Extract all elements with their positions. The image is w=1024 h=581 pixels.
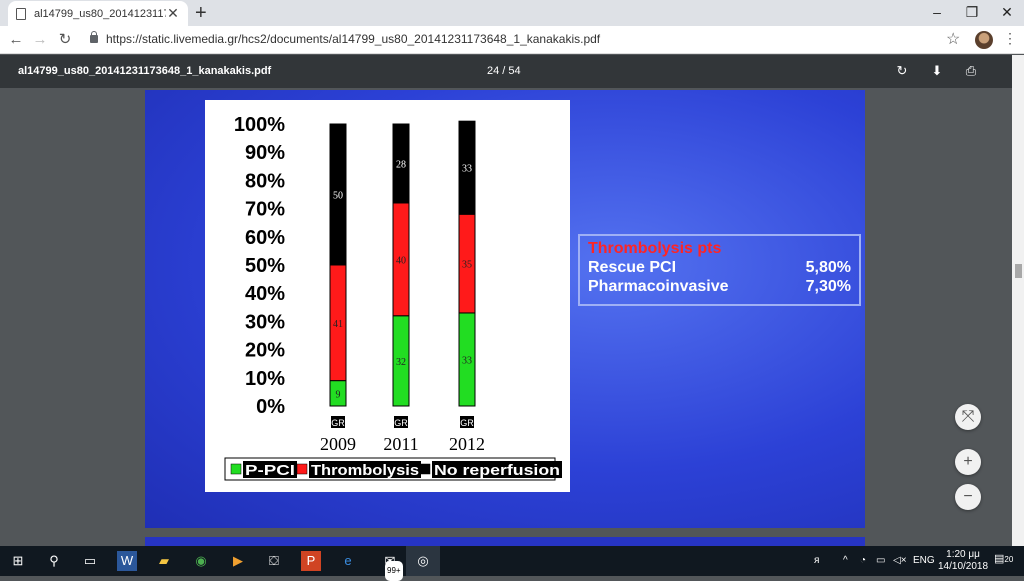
bookmark-star-icon[interactable]: ☆ — [946, 29, 960, 49]
data-label: 50 — [333, 191, 343, 202]
mail-icon[interactable]: ✉99+ — [375, 551, 405, 581]
badge-count: 99+ — [385, 561, 403, 581]
task-view-icon[interactable]: ▭ — [80, 551, 100, 571]
data-label: 41 — [333, 319, 343, 330]
y-tick-label: 70% — [245, 199, 285, 221]
back-arrow-icon[interactable]: ← — [6, 30, 26, 50]
wifi-icon[interactable]: ◔ — [860, 555, 866, 566]
time-text: 1:20 μμ — [946, 549, 980, 560]
document-icon — [16, 7, 26, 20]
x-tick-label: 2011 — [383, 434, 418, 454]
pdf-filename: al14799_us80_20141231173648_1_kanakakis.… — [18, 65, 272, 77]
legend-swatch — [419, 463, 431, 475]
y-tick-label: 40% — [245, 283, 285, 305]
legend-label: P-PCI — [245, 462, 295, 479]
browser-toolbar: ← → ↻ https://static.livemedia.gr/hcs2/d… — [0, 26, 1024, 54]
restore-button[interactable]: ❐ — [955, 0, 989, 26]
slide-page: 100% 90% 80% 70% 60% 50% 40% 30% 20% 10% 0% 9 41 50 GR… — [145, 90, 865, 528]
rotate-icon[interactable]: ↻ — [893, 62, 911, 80]
windows-start-icon[interactable]: ⊞ — [8, 551, 28, 571]
legend-label: No reperfusion — [434, 462, 560, 479]
page-indicator[interactable]: 24 / 54 — [487, 65, 521, 77]
y-tick-label: 80% — [245, 170, 285, 192]
tab-title: al14799_us80_20141231173648_ — [34, 7, 166, 20]
x-tick-label: 2009 — [320, 434, 356, 454]
people-icon[interactable]: ᴙ — [814, 555, 819, 566]
download-icon[interactable]: ⬇ — [928, 62, 946, 80]
file-explorer-icon[interactable]: ▰ — [154, 551, 174, 571]
data-label: 32 — [396, 357, 406, 368]
language-indicator[interactable]: ENG — [913, 555, 935, 566]
y-tick-label: 60% — [245, 227, 285, 249]
data-label: 33 — [462, 355, 472, 366]
reload-icon[interactable]: ↻ — [55, 30, 75, 50]
vertical-scrollbar[interactable] — [1012, 55, 1024, 546]
info-label: Pharmacoinvasive — [588, 278, 729, 295]
y-tick-label: 20% — [245, 340, 285, 362]
zoom-in-button[interactable]: + — [955, 449, 981, 475]
profile-avatar[interactable] — [975, 31, 993, 49]
info-row-pharmacoinvasive: Pharmacoinvasive 7,30% — [588, 278, 851, 296]
store-icon[interactable]: ⛋ — [264, 551, 284, 571]
close-window-button[interactable]: ✕ — [990, 0, 1024, 26]
info-label: Rescue PCI — [588, 259, 677, 276]
data-label: 35 — [462, 260, 472, 271]
data-label: 28 — [396, 159, 406, 170]
data-label: 9 — [336, 389, 341, 400]
date-text: 14/10/2018 — [938, 561, 989, 572]
menu-dots-icon[interactable]: ⋮ — [1003, 30, 1017, 47]
info-box: Thrombolysis pts Rescue PCI 5,80% Pharma… — [578, 234, 861, 306]
scroll-thumb[interactable] — [1015, 264, 1022, 278]
info-value: 5,80% — [805, 259, 851, 276]
x-tick-label: 2012 — [449, 434, 485, 454]
legend-swatch — [230, 463, 242, 475]
lock-icon — [90, 31, 98, 43]
data-label: 33 — [462, 164, 472, 175]
data-label: 40 — [396, 255, 406, 266]
category-tag: GR — [460, 418, 474, 428]
utorrent-icon[interactable]: ◉ — [191, 551, 211, 571]
taskbar: ⊞ ⚲ ▭ W ▰ ◉ ▶ ⛋ P e ✉99+ ◎ ᴙ ^ ◔ ▭ ◁× EN… — [0, 546, 1024, 581]
word-icon[interactable]: W — [117, 551, 137, 571]
fit-page-icon[interactable]: ⤧ — [955, 404, 981, 430]
info-value: 7,30% — [805, 278, 851, 295]
info-title: Thrombolysis pts — [588, 240, 722, 257]
powerpoint-icon[interactable]: P — [301, 551, 321, 571]
y-tick-label: 100% — [234, 114, 285, 136]
legend-label: Thrombolysis — [311, 462, 419, 479]
y-tick-label: 90% — [245, 142, 285, 164]
category-tag: GR — [394, 418, 408, 428]
address-bar[interactable]: https://static.livemedia.gr/hcs2/documen… — [106, 32, 600, 46]
chart-panel: 100% 90% 80% 70% 60% 50% 40% 30% 20% 10% 0% 9 41 50 GR… — [205, 100, 570, 492]
y-tick-label: 30% — [245, 311, 285, 333]
close-tab-icon[interactable]: ✕ — [166, 5, 180, 22]
tab-strip: al14799_us80_20141231173648_ ✕ + – ❐ ✕ — [0, 0, 1024, 26]
media-player-icon[interactable]: ▶ — [228, 551, 248, 571]
y-tick-label: 10% — [245, 368, 285, 390]
search-icon[interactable]: ⚲ — [44, 551, 64, 571]
legend-swatch — [296, 463, 308, 475]
info-row-rescue: Rescue PCI 5,80% — [588, 259, 851, 277]
notifications-icon[interactable]: ▤20 — [994, 552, 1013, 565]
battery-icon[interactable]: ▭ — [876, 555, 885, 566]
stacked-bar-chart: 100% 90% 80% 70% 60% 50% 40% 30% 20% 10% 0% 9 41 50 GR… — [224, 114, 562, 481]
show-hidden-icons[interactable]: ^ — [843, 555, 848, 566]
volume-icon[interactable]: ◁× — [893, 555, 907, 566]
y-tick-label: 0% — [256, 396, 285, 418]
next-slide-page — [145, 537, 865, 546]
category-tag: GR — [331, 418, 345, 428]
forward-arrow-icon[interactable]: → — [30, 30, 50, 50]
chrome-icon[interactable]: ◎ — [406, 546, 440, 576]
zoom-out-button[interactable]: − — [955, 484, 981, 510]
print-icon[interactable]: ⎙ — [962, 62, 980, 80]
y-tick-label: 50% — [245, 255, 285, 277]
new-tab-button[interactable]: + — [195, 2, 213, 25]
pdf-toolbar: al14799_us80_20141231173648_1_kanakakis.… — [0, 55, 1024, 88]
pdf-viewer[interactable]: 100% 90% 80% 70% 60% 50% 40% 30% 20% 10% 0% 9 41 50 GR… — [0, 88, 1024, 546]
minimize-button[interactable]: – — [920, 0, 954, 26]
notification-count: 20 — [1004, 555, 1014, 564]
edge-icon[interactable]: e — [338, 551, 358, 571]
clock[interactable]: 1:20 μμ 14/10/2018 — [938, 549, 988, 573]
browser-tab[interactable]: al14799_us80_20141231173648_ ✕ — [8, 1, 188, 26]
